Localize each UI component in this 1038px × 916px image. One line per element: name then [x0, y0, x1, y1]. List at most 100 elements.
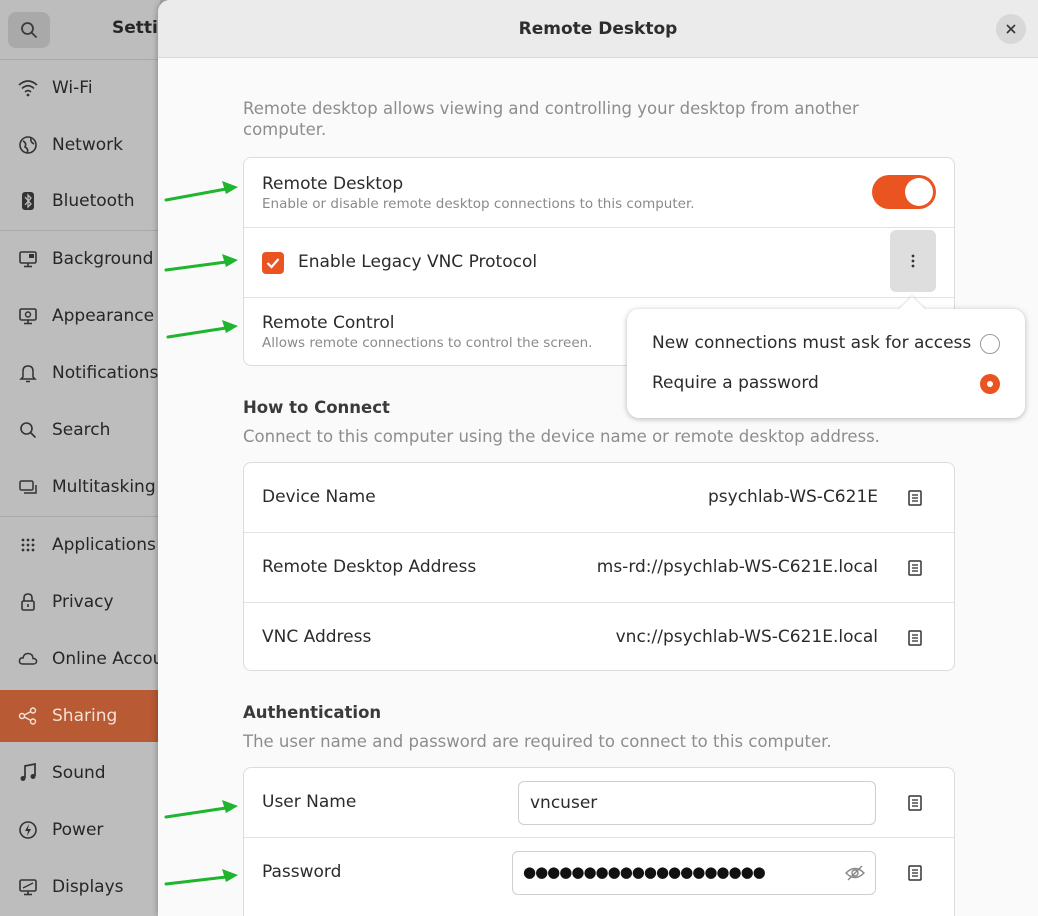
- device-name-value: psychlab-WS-C621E: [708, 487, 878, 507]
- toggle-knob: [905, 178, 933, 206]
- sidebar-item-applications[interactable]: Applications: [0, 520, 160, 570]
- sidebar-item-sharing[interactable]: Sharing: [0, 690, 160, 742]
- sidebar-item-label: Applications: [52, 535, 156, 555]
- remote-desktop-subtitle: Enable or disable remote desktop connect…: [262, 196, 695, 212]
- sidebar-item-displays[interactable]: Displays: [0, 862, 160, 912]
- sidebar-item-notifications[interactable]: Notifications: [0, 348, 160, 398]
- password-field[interactable]: ●●●●●●●●●●●●●●●●●●●●: [512, 851, 876, 895]
- search-icon: [18, 420, 38, 440]
- sidebar-item-label: Privacy: [52, 592, 114, 612]
- annotation-arrow-icon: [164, 869, 238, 886]
- sidebar-item-label: Multitasking: [52, 477, 156, 497]
- dialog-title: Remote Desktop: [518, 19, 678, 39]
- sidebar-item-label: Search: [52, 420, 111, 440]
- how-to-connect-subtitle: Connect to this computer using the devic…: [243, 427, 880, 446]
- remote-desktop-address-label: Remote Desktop Address: [262, 557, 477, 577]
- sidebar-item-label: Notifications: [52, 363, 159, 383]
- close-button[interactable]: [996, 14, 1026, 44]
- annotation-arrow-icon: [164, 254, 238, 272]
- copy-device-name-button[interactable]: [904, 487, 926, 509]
- vnc-address-row: VNC Address vnc://psychlab-WS-C621E.loca…: [244, 602, 954, 672]
- intro-text: Remote desktop allows viewing and contro…: [243, 99, 859, 139]
- sidebar-divider: [0, 516, 160, 517]
- copy-icon: [908, 865, 922, 881]
- sidebar-search-button[interactable]: [8, 12, 50, 48]
- sidebar-item-appearance[interactable]: Appearance: [0, 291, 160, 341]
- copy-remote-desktop-address-button[interactable]: [904, 557, 926, 579]
- remote-desktop-address-row: Remote Desktop Address ms-rd://psychlab-…: [244, 532, 954, 602]
- sidebar-item-background[interactable]: Background: [0, 234, 160, 284]
- sidebar-item-online-accounts[interactable]: Online Accou: [0, 634, 160, 684]
- username-field[interactable]: vncuser: [518, 781, 876, 825]
- sidebar-item-label: Sound: [52, 763, 106, 783]
- power-icon: [18, 820, 38, 840]
- sidebar-divider: [0, 230, 160, 231]
- popover-option-ask-access[interactable]: New connections must ask for access: [627, 323, 1025, 363]
- remote-control-subtitle: Allows remote connections to control the…: [262, 335, 593, 351]
- sidebar-item-label: Power: [52, 820, 104, 840]
- copy-username-button[interactable]: [904, 792, 926, 814]
- copy-icon: [908, 560, 922, 576]
- sidebar-header: Setti: [0, 0, 160, 60]
- username-row: User Name vncuser: [244, 768, 954, 838]
- require-password-radio[interactable]: [980, 374, 1000, 394]
- lock-icon: [18, 592, 38, 612]
- bell-icon: [18, 363, 38, 383]
- legacy-vnc-row: Enable Legacy VNC Protocol: [244, 227, 954, 297]
- remote-desktop-title: Remote Desktop: [262, 174, 404, 194]
- vnc-auth-popover: New connections must ask for access Requ…: [627, 296, 1025, 418]
- sidebar-item-label: Wi-Fi: [52, 78, 93, 98]
- sidebar-item-label: Bluetooth: [52, 191, 135, 211]
- option-label: Require a password: [652, 373, 819, 393]
- authentication-subtitle: The user name and password are required …: [243, 732, 832, 751]
- sidebar-title: Setti: [112, 18, 158, 38]
- sidebar-item-label: Appearance: [52, 306, 155, 326]
- sidebar-item-label: Network: [52, 135, 123, 155]
- password-row: Password ●●●●●●●●●●●●●●●●●●●●: [244, 837, 954, 907]
- copy-vnc-address-button[interactable]: [904, 627, 926, 649]
- sidebar-item-label: Online Accou: [52, 649, 160, 669]
- vnc-address-value: vnc://psychlab-WS-C621E.local: [615, 627, 878, 647]
- sidebar-item-label: Displays: [52, 877, 124, 897]
- remote-desktop-dialog: Remote Desktop Remote desktop allows vie…: [158, 0, 1038, 916]
- sidebar-item-privacy[interactable]: Privacy: [0, 577, 160, 627]
- annotation-arrow-icon: [164, 181, 238, 202]
- username-label: User Name: [262, 792, 357, 812]
- sidebar-item-network[interactable]: Network: [0, 120, 160, 170]
- checkmark-icon: [266, 258, 280, 269]
- remote-control-title: Remote Control: [262, 313, 395, 333]
- sidebar-item-label: Sharing: [52, 706, 118, 726]
- sidebar-item-search[interactable]: Search: [0, 405, 160, 455]
- username-value: vncuser: [530, 793, 598, 813]
- remote-desktop-address-value: ms-rd://psychlab-WS-C621E.local: [596, 557, 878, 577]
- annotation-arrow-icon: [164, 800, 238, 819]
- sidebar-item-multitasking[interactable]: Multitasking: [0, 462, 160, 512]
- authentication-title: Authentication: [243, 703, 382, 722]
- password-label: Password: [262, 862, 342, 882]
- device-name-row: Device Name psychlab-WS-C621E: [244, 463, 954, 533]
- remote-desktop-toggle[interactable]: [872, 175, 936, 209]
- how-to-connect-title: How to Connect: [243, 398, 390, 417]
- vnc-options-menu-button[interactable]: [890, 230, 936, 292]
- annotation-arrow-icon: [166, 320, 238, 339]
- grid-icon: [18, 535, 38, 555]
- copy-icon: [908, 490, 922, 506]
- sidebar-item-power[interactable]: Power: [0, 805, 160, 855]
- bluetooth-icon: [18, 191, 38, 211]
- copy-password-button[interactable]: [904, 862, 926, 884]
- share-icon: [18, 706, 38, 726]
- legacy-vnc-checkbox[interactable]: [262, 252, 284, 274]
- eye-slash-icon: [845, 865, 865, 881]
- sidebar-item-bluetooth[interactable]: Bluetooth: [0, 176, 160, 226]
- reveal-password-button[interactable]: [845, 864, 865, 887]
- sidebar-item-wifi[interactable]: Wi-Fi: [0, 63, 160, 113]
- close-icon: [1006, 24, 1016, 34]
- popover-option-require-password[interactable]: Require a password: [627, 363, 1025, 403]
- background-icon: [18, 249, 38, 269]
- more-vertical-icon: [911, 254, 915, 268]
- sidebar-item-sound[interactable]: Sound: [0, 748, 160, 798]
- ask-access-radio[interactable]: [980, 334, 1000, 354]
- legacy-vnc-label: Enable Legacy VNC Protocol: [298, 252, 538, 272]
- password-mask: ●●●●●●●●●●●●●●●●●●●●: [523, 863, 766, 881]
- copy-icon: [908, 795, 922, 811]
